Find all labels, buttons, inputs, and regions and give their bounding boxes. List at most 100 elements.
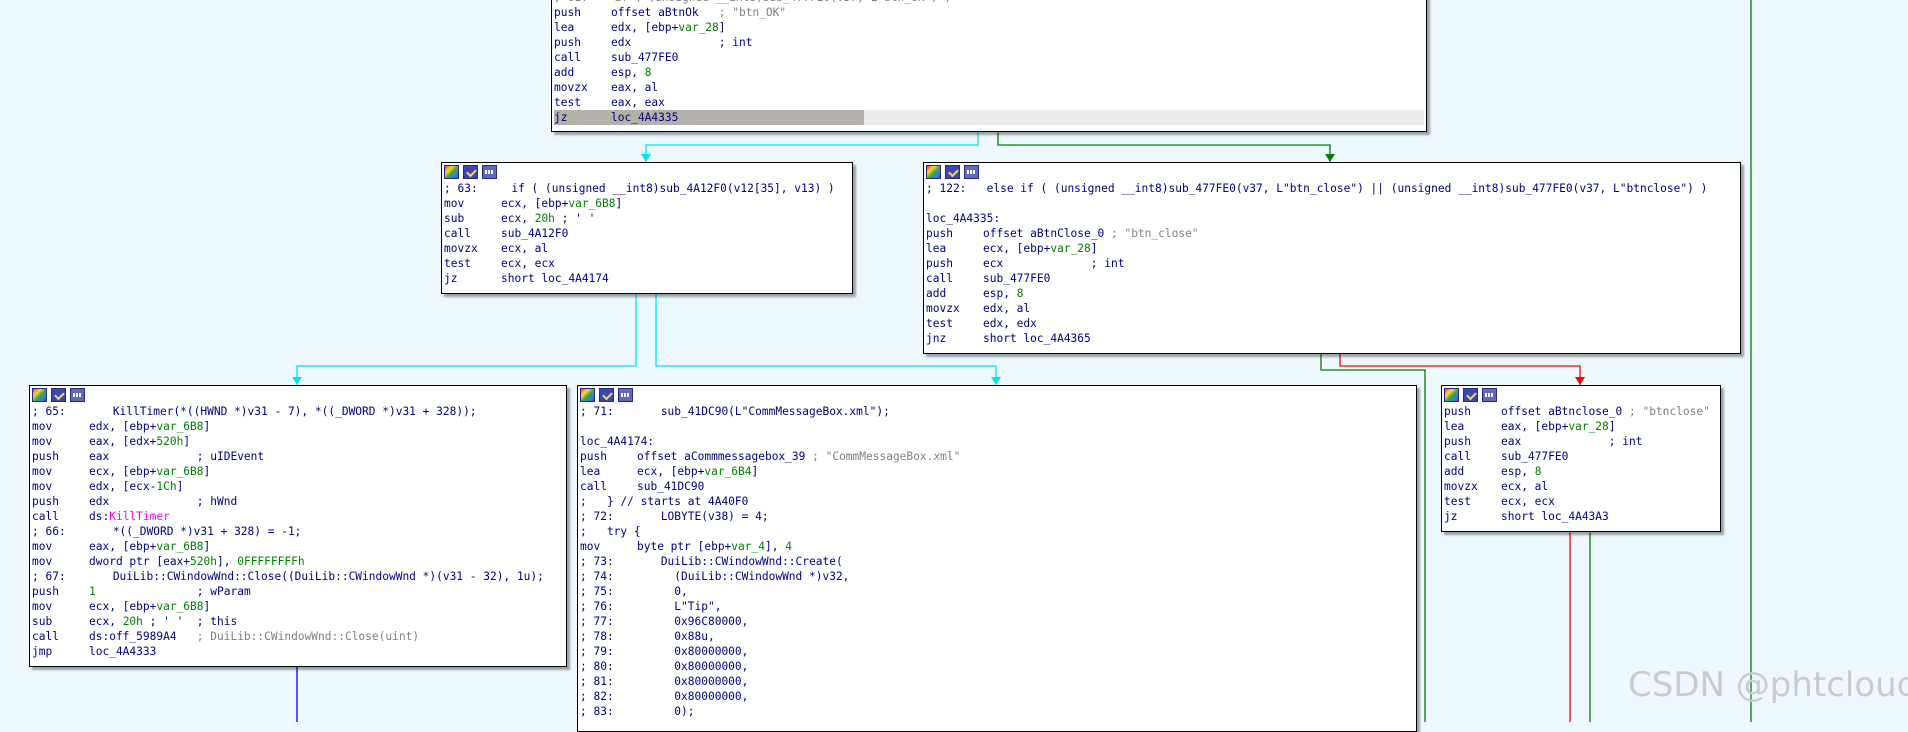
code-line[interactable]: call sub_477FE0 bbox=[1444, 449, 1718, 464]
edit-icon[interactable] bbox=[463, 165, 478, 179]
operand: eax, [ebp+ bbox=[89, 540, 157, 553]
graph-icon[interactable] bbox=[1482, 388, 1497, 402]
edit-icon[interactable] bbox=[1463, 388, 1478, 402]
code-line[interactable]: ; } // starts at 4A40F0 bbox=[580, 494, 1414, 509]
code-line[interactable]: ; 82: 0x80000000, bbox=[580, 689, 1414, 704]
palette-icon[interactable] bbox=[926, 165, 941, 179]
code-line[interactable]: call sub_477FE0 bbox=[554, 50, 1424, 65]
edge-ok-to-sub4a12f0[interactable] bbox=[645, 131, 979, 162]
code-line[interactable]: call sub_4A12F0 bbox=[444, 226, 850, 241]
code-line[interactable]: test eax, eax bbox=[554, 95, 1424, 110]
code-line[interactable]: ; 78: 0x88u, bbox=[580, 629, 1414, 644]
code-line[interactable]: loc_4A4335: bbox=[926, 211, 1738, 226]
graph-icon[interactable] bbox=[964, 165, 979, 179]
code-line[interactable]: add esp, 8 bbox=[554, 65, 1424, 80]
code-line[interactable]: ; 76: L"Tip", bbox=[580, 599, 1414, 614]
code-line[interactable]: push offset aCommmessagebox_39 ; "CommMes… bbox=[580, 449, 1414, 464]
edge-sub4a12f0-to-killtimer[interactable] bbox=[296, 293, 637, 385]
code-line[interactable]: movzx edx, al bbox=[926, 301, 1738, 316]
code-line[interactable]: push edx ; int bbox=[554, 35, 1424, 50]
edit-icon[interactable] bbox=[599, 388, 614, 402]
code-line[interactable]: mov edx, [ebp+var_6B8] bbox=[32, 419, 564, 434]
code-line[interactable]: call sub_41DC90 bbox=[580, 479, 1414, 494]
code-line[interactable]: push offset aBtnOk ; "btn_OK" bbox=[554, 5, 1424, 20]
palette-icon[interactable] bbox=[32, 388, 47, 402]
code-line[interactable]: test edx, edx bbox=[926, 316, 1738, 331]
node-btnclose[interactable]: push offset aBtnclose_0 ; "btnclose" lea ea… bbox=[1441, 385, 1721, 532]
edge-btnclose-to-btnclose0[interactable] bbox=[1339, 353, 1581, 385]
node-btn-ok-check[interactable]: ; 61: if ( (unsigned __int8)sub_477FE0(v… bbox=[551, 0, 1427, 132]
code-line[interactable]: mov edx, [ecx-1Ch] bbox=[32, 479, 564, 494]
code-line[interactable]: ; try { bbox=[580, 524, 1414, 539]
graph-icon[interactable] bbox=[70, 388, 85, 402]
node-btn-close[interactable]: ; 122: else if ( (unsigned __int8)sub_47… bbox=[923, 162, 1741, 354]
code-line[interactable]: ; 63: if ( (unsigned __int8)sub_4A12F0(v… bbox=[444, 181, 850, 196]
code-line[interactable]: ; 74: (DuiLib::CWindowWnd *)v32, bbox=[580, 569, 1414, 584]
code-line[interactable]: jz short loc_4A43A3 bbox=[1444, 509, 1718, 524]
code-line[interactable]: ; 83: 0); bbox=[580, 704, 1414, 719]
code-line[interactable]: ; 75: 0, bbox=[580, 584, 1414, 599]
code-line[interactable]: ; 73: DuiLib::CWindowWnd::Create( bbox=[580, 554, 1414, 569]
code-line[interactable]: mov eax, [ebp+var_6B8] bbox=[32, 539, 564, 554]
code-line[interactable]: jnz short loc_4A4365 bbox=[926, 331, 1738, 346]
code-line[interactable]: push eax ; uIDEvent bbox=[32, 449, 564, 464]
code-line[interactable]: ; 77: 0x96C80000, bbox=[580, 614, 1414, 629]
code-line[interactable]: add esp, 8 bbox=[926, 286, 1738, 301]
edge-ok-to-btnclose[interactable] bbox=[997, 131, 1331, 162]
palette-icon[interactable] bbox=[1444, 388, 1459, 402]
code-line[interactable]: lea edx, [ebp+var_28] bbox=[554, 20, 1424, 35]
code-line[interactable]: ; 122: else if ( (unsigned __int8)sub_47… bbox=[926, 181, 1738, 196]
code-line[interactable]: mov ecx, [ebp+var_6B8] bbox=[32, 464, 564, 479]
code-line[interactable]: push offset aBtnclose_0 ; "btnclose" bbox=[1444, 404, 1718, 419]
edit-icon[interactable] bbox=[945, 165, 960, 179]
code-line[interactable]: jz short loc_4A4174 bbox=[444, 271, 850, 286]
code-line[interactable]: call ds:KillTimer bbox=[32, 509, 564, 524]
code-line[interactable]: ; 67: DuiLib::CWindowWnd::Close((DuiLib:… bbox=[32, 569, 564, 584]
edit-icon[interactable] bbox=[51, 388, 66, 402]
code-line[interactable]: movzx ecx, al bbox=[444, 241, 850, 256]
operand: ] bbox=[203, 540, 211, 553]
palette-icon[interactable] bbox=[444, 165, 459, 179]
graph-icon[interactable] bbox=[618, 388, 633, 402]
code-line[interactable]: movzx eax, al bbox=[554, 80, 1424, 95]
node-killtimer[interactable]: ; 65: KillTimer(*((HWND *)v31 - 7), *((_… bbox=[29, 385, 567, 667]
graph-icon[interactable] bbox=[482, 165, 497, 179]
code-line[interactable]: call sub_477FE0 bbox=[926, 271, 1738, 286]
code-line[interactable]: ; 81: 0x80000000, bbox=[580, 674, 1414, 689]
palette-icon[interactable] bbox=[580, 388, 595, 402]
code-line[interactable]: mov ecx, [ebp+var_6B8] bbox=[32, 599, 564, 614]
code-line[interactable]: push ecx ; int bbox=[926, 256, 1738, 271]
code-line[interactable]: ; 79: 0x80000000, bbox=[580, 644, 1414, 659]
code-line[interactable]: ; 72: LOBYTE(v38) = 4; bbox=[580, 509, 1414, 524]
code-line[interactable]: ; 66: *((_DWORD *)v31 + 328) = -1; bbox=[32, 524, 564, 539]
node-sub-4a12f0[interactable]: ; 63: if ( (unsigned __int8)sub_4A12F0(v… bbox=[441, 162, 853, 294]
code-line[interactable]: lea ecx, [ebp+var_6B4] bbox=[580, 464, 1414, 479]
code-line[interactable]: lea ecx, [ebp+var_28] bbox=[926, 241, 1738, 256]
code-line[interactable]: test ecx, ecx bbox=[1444, 494, 1718, 509]
code-line[interactable] bbox=[580, 419, 1414, 434]
node-commmessagebox[interactable]: ; 71: sub_41DC90(L"CommMessageBox.xml");… bbox=[577, 385, 1417, 732]
code-line[interactable]: loc_4A4174: bbox=[580, 434, 1414, 449]
code-line[interactable]: movzx ecx, al bbox=[1444, 479, 1718, 494]
code-line[interactable]: push edx ; hWnd bbox=[32, 494, 564, 509]
code-line[interactable]: push offset aBtnClose_0 ; "btn_close" bbox=[926, 226, 1738, 241]
code-line[interactable]: call ds:off_5989A4 ; DuiLib::CWindowWnd::… bbox=[32, 629, 564, 644]
code-line[interactable]: sub ecx, 20h ; ' ' bbox=[444, 211, 850, 226]
code-line[interactable]: jz loc_4A4335 bbox=[554, 110, 1424, 125]
code-line[interactable]: jmp loc_4A4333 bbox=[32, 644, 564, 659]
code-line[interactable]: mov eax, [edx+520h] bbox=[32, 434, 564, 449]
code-line[interactable]: mov dword ptr [eax+520h], 0FFFFFFFFh bbox=[32, 554, 564, 569]
code-line[interactable]: ; 71: sub_41DC90(L"CommMessageBox.xml"); bbox=[580, 404, 1414, 419]
code-line[interactable]: lea eax, [ebp+var_28] bbox=[1444, 419, 1718, 434]
code-line[interactable]: mov ecx, [ebp+var_6B8] bbox=[444, 196, 850, 211]
code-line[interactable]: add esp, 8 bbox=[1444, 464, 1718, 479]
code-line[interactable]: push eax ; int bbox=[1444, 434, 1718, 449]
code-line[interactable]: mov byte ptr [ebp+var_4], 4 bbox=[580, 539, 1414, 554]
code-line[interactable]: sub ecx, 20h ; ' ' ; this bbox=[32, 614, 564, 629]
code-line[interactable]: ; 80: 0x80000000, bbox=[580, 659, 1414, 674]
code-line[interactable]: ; 65: KillTimer(*((HWND *)v31 - 7), *((_… bbox=[32, 404, 564, 419]
flow-graph-view[interactable]: ; 61: if ( (unsigned __int8)sub_477FE0(v… bbox=[0, 0, 1908, 732]
code-line[interactable]: test ecx, ecx bbox=[444, 256, 850, 271]
code-line[interactable]: push 1 ; wParam bbox=[32, 584, 564, 599]
code-line[interactable] bbox=[926, 196, 1738, 211]
